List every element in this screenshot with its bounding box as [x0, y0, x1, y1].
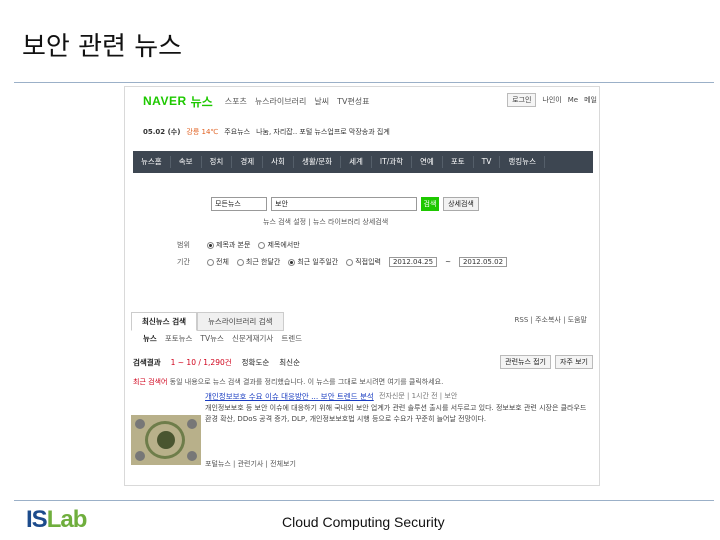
tab-latest-news[interactable]: 최신뉴스 검색 [131, 312, 198, 331]
radio-icon [236, 258, 244, 266]
period-option-label: 직접입력 [355, 258, 381, 266]
search-scope-select[interactable]: 모든뉴스 [211, 197, 267, 211]
nav-it-science[interactable]: IT/과학 [372, 156, 413, 168]
result-bar: 검색결과 1 ~ 10 / 1,290건 정확도순 최신순 관련뉴스 접기 자주… [133, 355, 593, 369]
mail-link[interactable]: 메일 [584, 95, 597, 105]
subtab-photo[interactable]: 포토뉴스 [165, 333, 193, 344]
search-row: 모든뉴스 보안 검색 상세검색 [211, 197, 479, 211]
headline-prefix: 주요뉴스 [224, 128, 251, 136]
result-count: 1 ~ 10 / 1,290건 [170, 358, 232, 367]
subtab-print[interactable]: 신문게재기사 [232, 333, 273, 344]
range-filter: 범위 제목과 본문 제목에서만 [177, 240, 300, 250]
radio-selected-icon [288, 258, 296, 266]
radio-icon [346, 258, 354, 266]
news-section-title[interactable]: 뉴스 [191, 93, 213, 110]
frequent-view-button[interactable]: 자주 보기 [555, 355, 593, 369]
article-meta: 전자신문 | 1시간 전 | 보안 [379, 392, 458, 400]
login-button[interactable]: 로그인 [507, 93, 537, 107]
top-headline[interactable]: 나눔, 자리잡.. 포털 뉴스업프로 막장송과 집계 [256, 127, 390, 137]
radio-icon [207, 258, 214, 266]
radio-selected-icon [207, 241, 214, 249]
range-option-label: 제목에서만 [267, 241, 300, 249]
naver-logo[interactable]: NAVER [143, 94, 187, 108]
detail-search-button[interactable]: 상세검색 [443, 197, 479, 211]
main-nav: 뉴스홈 속보 정치 경제 사회 생활/문화 세계 IT/과학 연예 포토 TV … [133, 151, 593, 173]
search-button[interactable]: 검색 [421, 197, 439, 211]
period-option-label: 최근 일주일간 [297, 258, 339, 266]
subtab-news[interactable]: 뉴스 [143, 333, 157, 344]
nav-economy[interactable]: 경제 [232, 156, 264, 168]
nav-politics[interactable]: 정치 [202, 156, 233, 168]
article-links[interactable]: 포털뉴스 | 관련기사 | 전체보기 [205, 459, 296, 469]
range-option-label: 제목과 본문 [216, 241, 251, 249]
nav-tv[interactable]: TV [474, 156, 501, 168]
islab-logo: ISLab [26, 506, 106, 536]
news-article: 개인정보보호 수요 이슈 대응방안 ... 보안 트렌드 분석 전자신문 | 1… [131, 391, 591, 479]
sub-tabs: 뉴스 포토뉴스 TV뉴스 신문게재기사 트렌드 [143, 333, 302, 344]
period-option-month[interactable]: 최근 한달간 [236, 257, 281, 267]
fold-related-button[interactable]: 관련뉴스 접기 [500, 355, 551, 369]
naver-header: NAVER 뉴스 스포츠 뉴스라이브러리 날씨 TV편성표 로그인 나인이 Me… [125, 87, 599, 115]
search-tabs: 최신뉴스 검색 뉴스라이브러리 검색 [131, 312, 284, 331]
rss-links[interactable]: RSS | 주소복사 | 도움말 [515, 315, 587, 325]
radio-icon [258, 241, 266, 249]
nav-news-home[interactable]: 뉴스홈 [133, 156, 171, 168]
date-from-input[interactable]: 2012.04.25 [388, 257, 438, 267]
article-thumbnail[interactable] [131, 415, 201, 465]
result-notice: 최근 검색어 동일 내용으로 뉴스 검색 결과를 정리했습니다. 이 뉴스를 그… [133, 377, 443, 387]
result-buttons: 관련뉴스 접기 자주 보기 [500, 355, 593, 369]
period-label: 기간 [177, 258, 190, 266]
nav-entertainment[interactable]: 연예 [412, 156, 443, 168]
date-separator: ~ [445, 258, 451, 266]
notice-highlight: 최근 검색어 [133, 378, 168, 386]
logo-part-lab: Lab [46, 506, 88, 533]
top-nav-library[interactable]: 뉴스라이브러리 [255, 96, 307, 107]
result-label: 검색결과 [133, 358, 161, 367]
search-settings-links[interactable]: 뉴스 검색 설정 | 뉴스 라이브러리 상세검색 [263, 217, 388, 227]
date-bar: 05.02 (수) 강릉 14℃ 주요뉴스 나눔, 자리잡.. 포털 뉴스업프로… [143, 127, 390, 137]
period-option-week[interactable]: 최근 일주일간 [288, 257, 338, 267]
nav-society[interactable]: 사회 [263, 156, 294, 168]
tab-news-library[interactable]: 뉴스라이브러리 검색 [197, 312, 284, 331]
subtab-trend[interactable]: 트렌드 [281, 333, 302, 344]
logo-part-is: IS [26, 506, 48, 533]
date-to-input[interactable]: 2012.05.02 [458, 257, 508, 267]
slide-title: 보안 관련 뉴스 [22, 32, 183, 62]
me-link[interactable]: Me [568, 96, 578, 104]
subtab-tv[interactable]: TV뉴스 [200, 333, 224, 344]
user-link[interactable]: 나인이 [542, 95, 561, 105]
top-nav-weather[interactable]: 날씨 [314, 96, 329, 107]
sort-accuracy[interactable]: 정확도순 [242, 357, 270, 368]
search-input[interactable]: 보안 [271, 197, 417, 211]
weather-info[interactable]: 강릉 14℃ [186, 127, 218, 137]
nav-world[interactable]: 세계 [341, 156, 372, 168]
range-label: 범위 [177, 241, 190, 249]
footer-text: Cloud Computing Security [282, 514, 445, 530]
range-option-title-body[interactable]: 제목과 본문 [207, 240, 250, 250]
title-divider [14, 82, 714, 83]
nav-life[interactable]: 생활/문화 [294, 156, 342, 168]
footer-divider [14, 500, 714, 501]
period-option-custom[interactable]: 직접입력 [346, 257, 381, 267]
article-snippet: 개인정보보호 등 보안 이슈에 대응하기 위해 국내외 보안 업계가 관련 솔루… [205, 404, 587, 423]
top-right-menu: 로그인 나인이 Me 메일 [507, 93, 597, 107]
period-option-all[interactable]: 전체 [207, 257, 229, 267]
notice-text[interactable]: 동일 내용으로 뉴스 검색 결과를 정리했습니다. 이 뉴스를 그대로 보시려면… [170, 378, 444, 386]
top-nav-tv[interactable]: TV편성표 [337, 96, 369, 107]
top-nav: 스포츠 뉴스라이브러리 날씨 TV편성표 [225, 96, 370, 107]
article-title[interactable]: 개인정보보호 수요 이슈 대응방안 ... 보안 트렌드 분석 [205, 391, 374, 402]
naver-news-screenshot: NAVER 뉴스 스포츠 뉴스라이브러리 날씨 TV편성표 로그인 나인이 Me… [124, 86, 600, 486]
nav-photo[interactable]: 포토 [443, 156, 474, 168]
top-nav-sports[interactable]: 스포츠 [225, 96, 247, 107]
current-date: 05.02 (수) [143, 128, 181, 136]
period-option-label: 전체 [216, 258, 229, 266]
nav-breaking[interactable]: 속보 [171, 156, 202, 168]
period-filter: 기간 전체 최근 한달간 최근 일주일간 직접입력 2012.04.25 ~ 2… [177, 257, 508, 267]
sort-latest[interactable]: 최신순 [279, 357, 300, 368]
period-option-label: 최근 한달간 [245, 258, 281, 266]
nav-ranking[interactable]: 랭킹뉴스 [500, 156, 545, 168]
range-option-title-only[interactable]: 제목에서만 [258, 240, 300, 250]
